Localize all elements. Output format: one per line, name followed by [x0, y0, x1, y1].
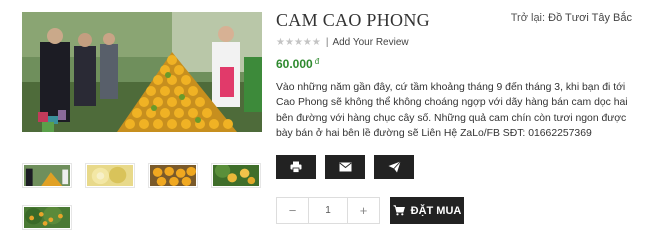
star-icon: ★ — [276, 37, 285, 48]
email-button[interactable] — [325, 155, 365, 179]
rating-row: ★★★★★ | Add Your Review — [276, 37, 409, 48]
price-currency: đ — [314, 57, 320, 66]
orange-market-photo — [22, 12, 262, 132]
thumbnail-3[interactable] — [148, 163, 198, 188]
main-product-image[interactable] — [22, 12, 262, 132]
print-button[interactable] — [276, 155, 316, 179]
back-link: Trở lại: Đồ Tươi Tây Bắc — [511, 12, 632, 24]
star-icon: ★ — [284, 37, 294, 48]
add-to-cart-label: ĐẶT MUA — [410, 204, 462, 217]
back-category-link[interactable]: Đồ Tươi Tây Bắc — [548, 12, 632, 24]
star-icon: ★ — [293, 37, 303, 48]
product-description: Vào những năm gần đây, cứ tầm khoảng thá… — [276, 82, 628, 139]
rating-separator: | — [325, 37, 329, 48]
share-buttons — [276, 155, 414, 179]
star-icon: ★ — [302, 37, 312, 48]
star-icon: ★ — [311, 37, 321, 48]
back-label: Trở lại: — [510, 12, 546, 24]
orange-market-photo — [24, 165, 70, 186]
orange-tree-photo — [213, 165, 259, 186]
add-to-cart-button[interactable]: ĐẶT MUA — [390, 197, 464, 224]
product-price: 60.000 đ — [276, 57, 319, 71]
thumbnail-4[interactable] — [211, 163, 261, 188]
star-rating: ★★★★★ — [276, 37, 321, 48]
thumbnail-5[interactable] — [22, 205, 72, 230]
add-review-link[interactable]: Add Your Review — [332, 37, 408, 48]
print-icon — [290, 161, 302, 173]
orange-pile-photo — [150, 165, 196, 186]
envelope-icon — [338, 162, 352, 172]
quantity-stepper: − + — [276, 197, 380, 224]
quantity-increase-button[interactable]: + — [348, 198, 379, 223]
price-value: 60.000 — [276, 57, 313, 71]
paper-plane-icon — [388, 161, 401, 173]
shopping-cart-icon — [393, 205, 405, 216]
orange-grove-photo — [24, 207, 70, 228]
thumbnail-2[interactable] — [85, 163, 135, 188]
quantity-input[interactable] — [308, 198, 348, 223]
sliced-orange-photo — [87, 165, 133, 186]
product-title: CAM CAO PHONG — [276, 10, 430, 30]
send-button[interactable] — [374, 155, 414, 179]
quantity-decrease-button[interactable]: − — [277, 198, 308, 223]
thumbnail-1[interactable] — [22, 163, 72, 188]
